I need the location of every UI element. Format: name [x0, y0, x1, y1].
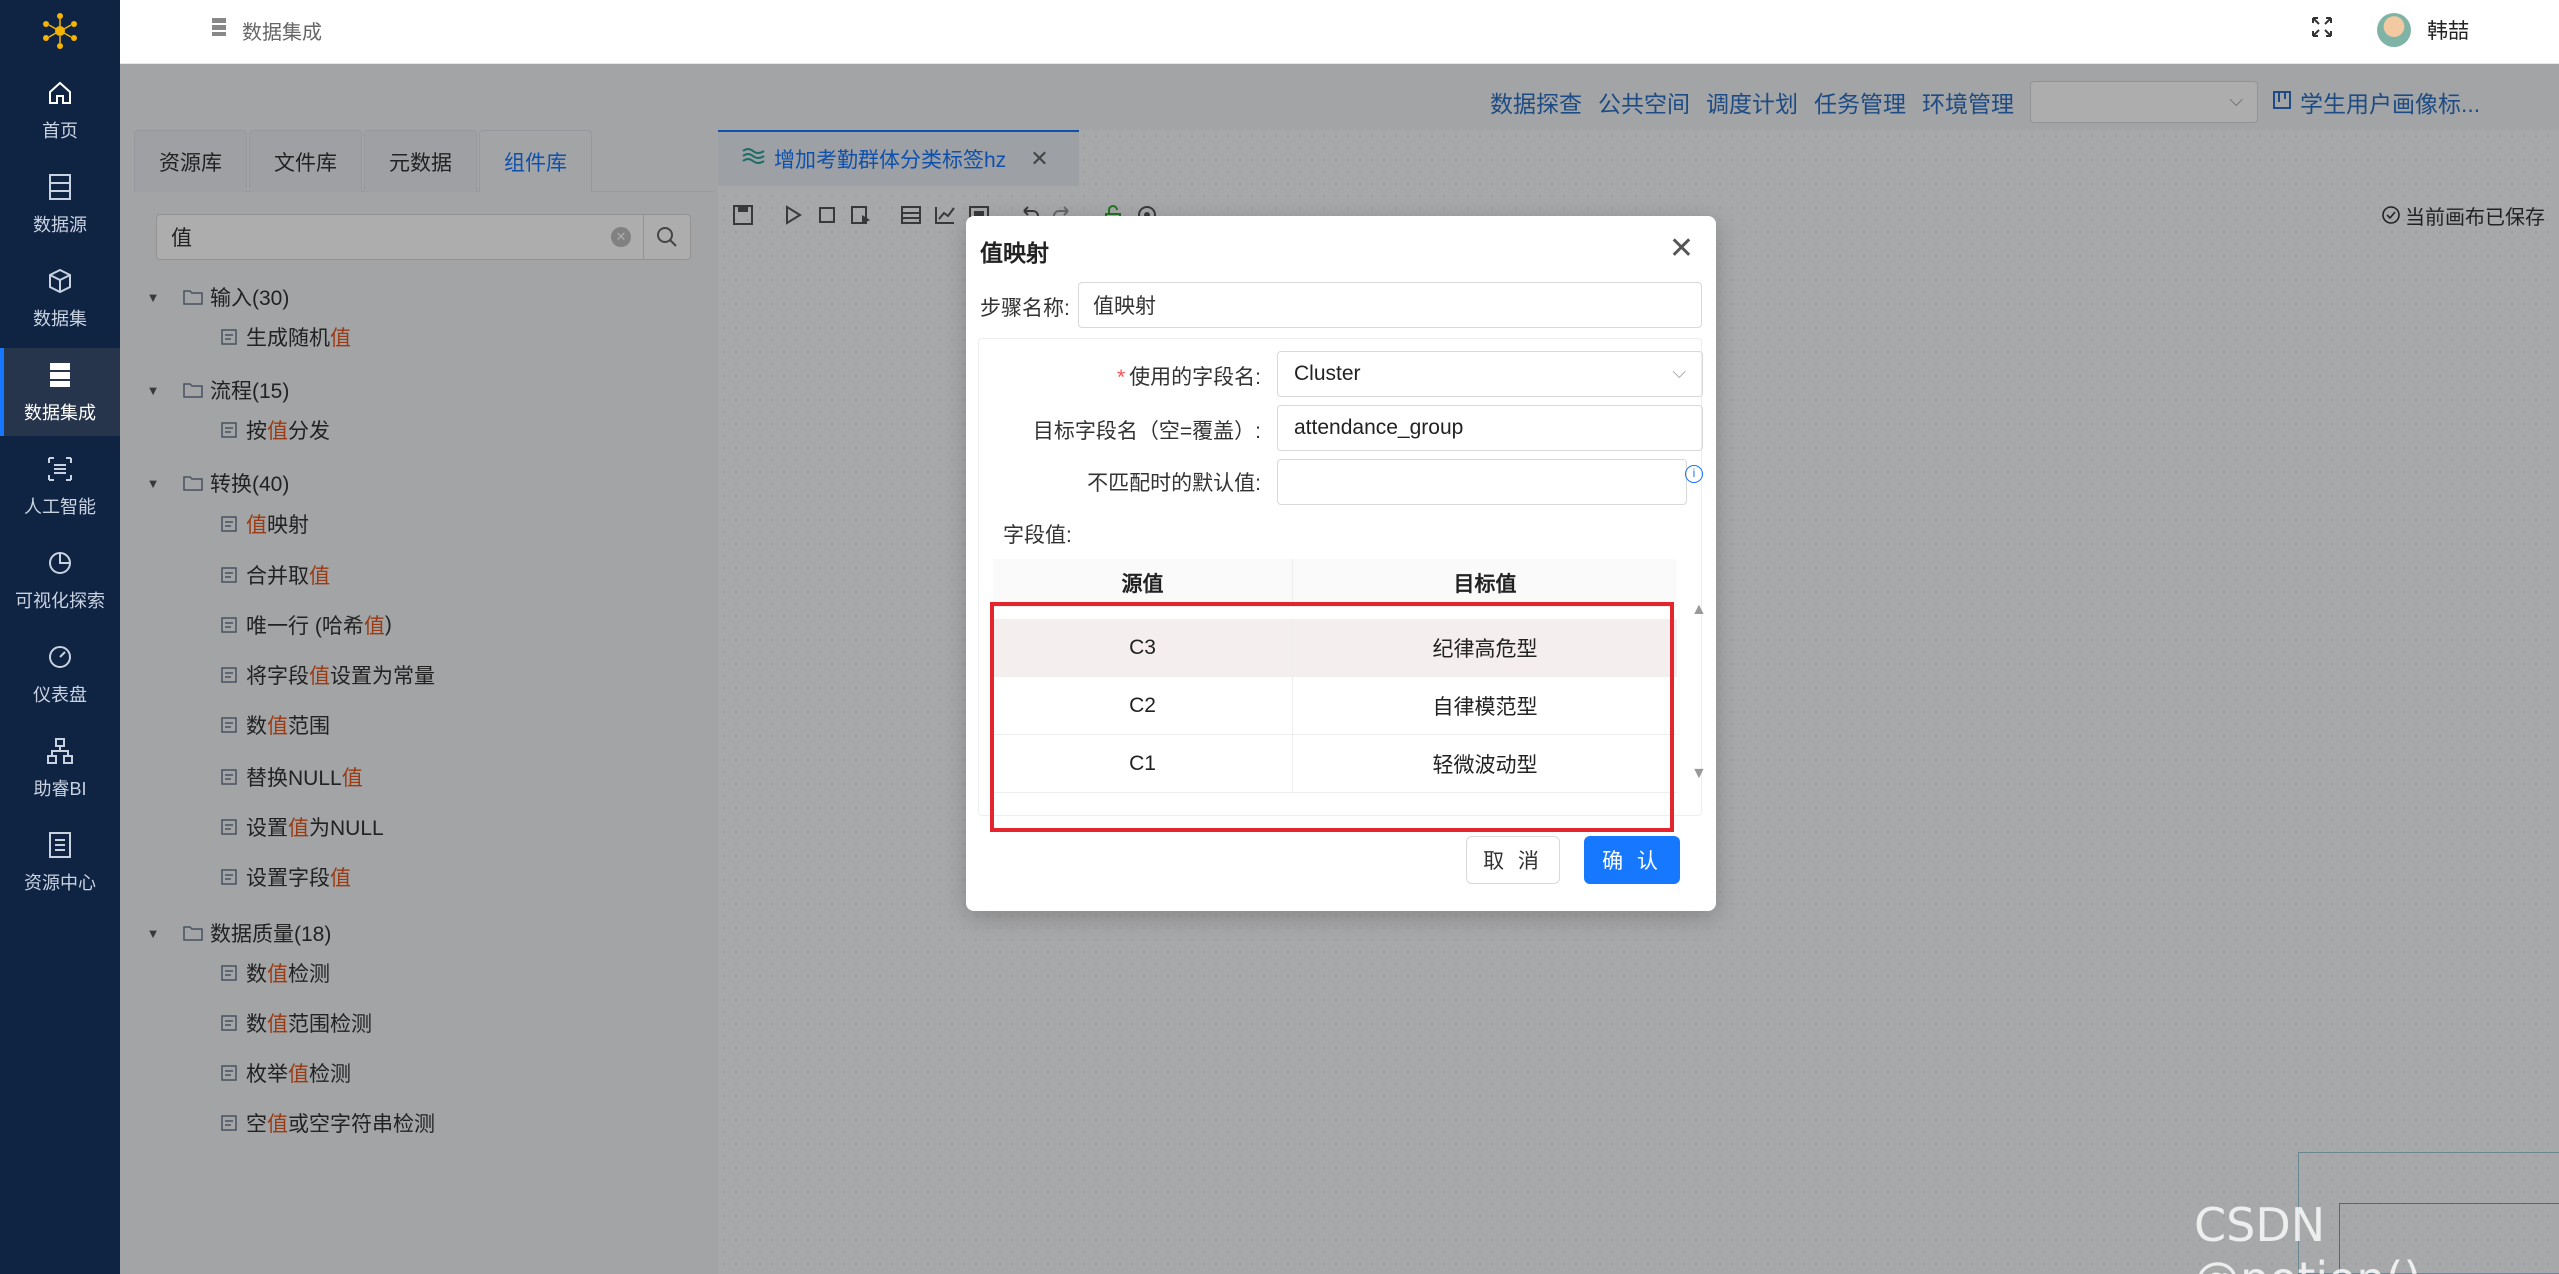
- field-name-value: Cluster: [1294, 362, 1361, 385]
- scroll-up-icon[interactable]: ▲: [1691, 601, 1707, 619]
- pie-chart-icon: [44, 547, 76, 579]
- server-icon: [44, 359, 76, 391]
- sidebar-item-label: 可视化探索: [15, 591, 105, 611]
- sidebar-item-resource[interactable]: 资源中心: [0, 818, 120, 906]
- default-value-input[interactable]: [1277, 459, 1687, 505]
- watermark: CSDN @potion(): [2194, 1198, 2421, 1274]
- target-field-input[interactable]: attendance_group: [1277, 405, 1703, 451]
- top-header: 数据集成 韩喆: [120, 0, 2559, 64]
- breadcrumb: 数据集成: [210, 0, 322, 60]
- sidebar-item-label: 人工智能: [24, 497, 96, 517]
- datasource-icon: [44, 171, 76, 203]
- close-icon[interactable]: ✕: [1669, 234, 1694, 264]
- target-field-label: 目标字段名（空=覆盖）:: [1032, 420, 1261, 443]
- sidebar-item-dashboard[interactable]: 仪表盘: [0, 630, 120, 718]
- ai-icon: [44, 453, 76, 485]
- default-value-label: 不匹配时的默认值:: [1087, 472, 1261, 495]
- cancel-button[interactable]: 取 消: [1466, 836, 1560, 884]
- column-header-target: 目标值: [1293, 559, 1677, 607]
- user-name[interactable]: 韩喆: [2427, 15, 2469, 45]
- breadcrumb-label: 数据集成: [242, 21, 322, 44]
- sidebar-item-label: 数据源: [33, 215, 87, 235]
- sidebar-item-label: 数据集成: [24, 403, 96, 423]
- org-chart-icon: [44, 735, 76, 767]
- sidebar-item-label: 数据集: [33, 309, 87, 329]
- sidebar-item-pie-chart[interactable]: 可视化探索: [0, 536, 120, 624]
- step-name-input[interactable]: 值映射: [1078, 282, 1702, 328]
- sidebar-item-cube[interactable]: 数据集: [0, 254, 120, 342]
- sidebar-item-ai[interactable]: 人工智能: [0, 442, 120, 530]
- sidebar-item-label: 仪表盘: [33, 685, 87, 705]
- logo-icon: [43, 13, 77, 49]
- sidebar-item-org-chart[interactable]: 助睿BI: [0, 724, 120, 812]
- dashboard-icon: [44, 641, 76, 673]
- sidebar-item-home[interactable]: 首页: [0, 66, 120, 154]
- side-navigation: 首页数据源数据集数据集成人工智能可视化探索仪表盘助睿BI 资源中心: [0, 0, 120, 1274]
- step-name-label: 步骤名称:: [980, 297, 1070, 320]
- scroll-down-icon[interactable]: ▼: [1691, 765, 1707, 783]
- home-icon: [44, 77, 76, 109]
- sidebar-item-server[interactable]: 数据集成: [0, 348, 120, 436]
- sidebar-item-label: 助睿BI: [33, 779, 87, 799]
- sidebar-item-label: 首页: [42, 121, 78, 141]
- confirm-button[interactable]: 确 认: [1584, 836, 1680, 884]
- sidebar-item-label: 资源中心: [24, 873, 96, 893]
- server-icon: [210, 17, 228, 43]
- annotation-highlight-box: [990, 602, 1674, 832]
- app-logo[interactable]: [0, 0, 120, 62]
- avatar[interactable]: [2377, 13, 2411, 47]
- dialog-title: 值映射: [980, 240, 1049, 266]
- resource-icon: [44, 829, 76, 861]
- field-name-select[interactable]: Cluster ⌵: [1277, 351, 1703, 397]
- step-name-value: 值映射: [1093, 295, 1156, 318]
- field-name-label: * 使用的字段名:: [1116, 366, 1261, 389]
- fullscreen-icon[interactable]: [2311, 16, 2333, 44]
- sidebar-item-datasource[interactable]: 数据源: [0, 160, 120, 248]
- cube-icon: [44, 265, 76, 297]
- target-field-value: attendance_group: [1294, 416, 1464, 439]
- user-area: 韩喆: [2311, 0, 2469, 60]
- column-header-source: 源值: [993, 559, 1293, 607]
- field-values-label: 字段值:: [1003, 524, 1072, 547]
- info-icon[interactable]: i: [1685, 465, 1703, 483]
- chevron-down-icon: ⌵: [1672, 362, 1686, 382]
